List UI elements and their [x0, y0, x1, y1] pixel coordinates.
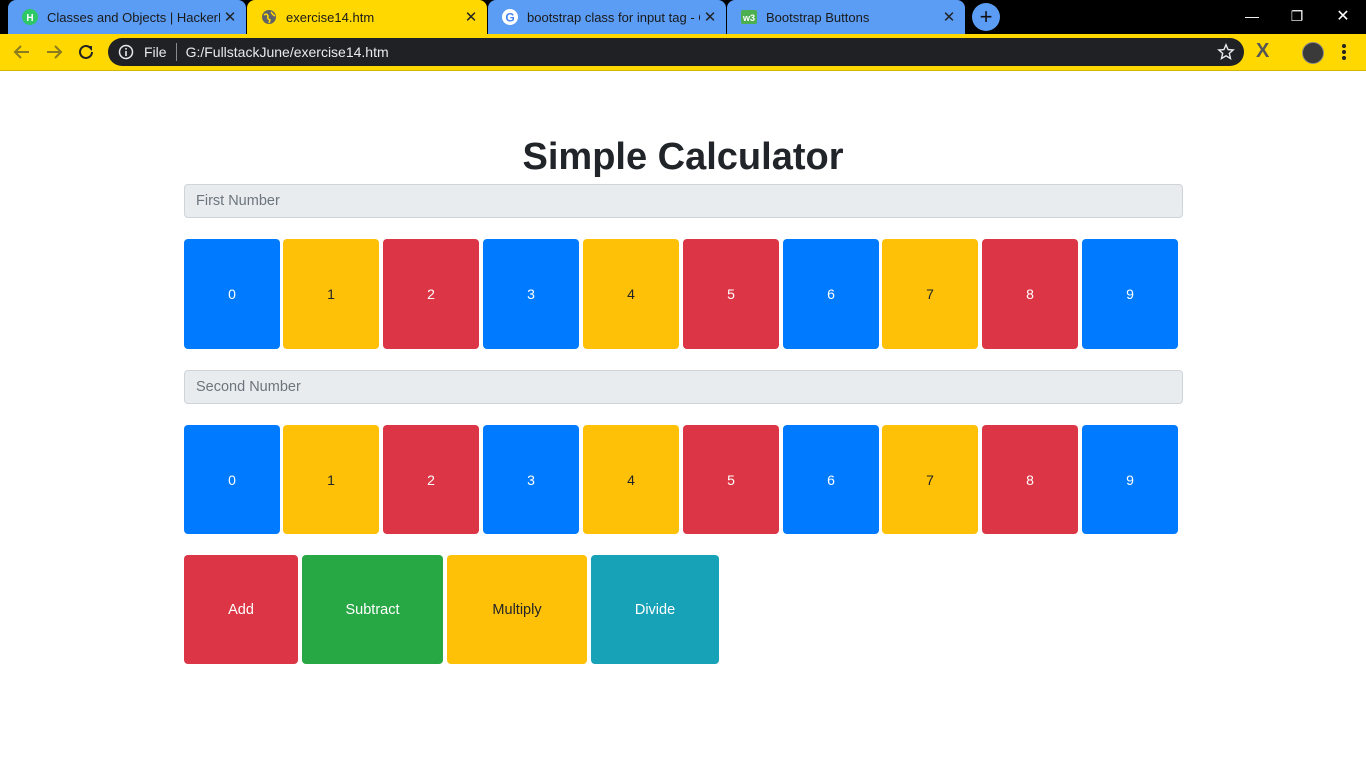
reload-icon: [79, 44, 93, 59]
multiply-button[interactable]: Multiply: [447, 555, 587, 664]
close-icon[interactable]: ✕: [700, 7, 720, 27]
arrow-left-icon: [13, 45, 29, 59]
second-digit-button-7[interactable]: 7: [882, 425, 978, 534]
google-icon: G: [502, 9, 518, 25]
first-digit-button-6[interactable]: 6: [783, 239, 879, 349]
page-title: Simple Calculator: [522, 136, 844, 178]
avatar[interactable]: [1302, 42, 1324, 64]
forward-button[interactable]: [42, 40, 66, 64]
reload-button[interactable]: [74, 40, 98, 64]
url-scheme: File: [144, 44, 167, 60]
first-digit-button-9[interactable]: 9: [1082, 239, 1178, 349]
divide-button[interactable]: Divide: [591, 555, 719, 664]
tab-title: Bootstrap Buttons: [766, 9, 870, 25]
tab-exercise14[interactable]: exercise14.htm ✕: [247, 0, 487, 34]
window-close-icon[interactable]: ✕: [1320, 0, 1366, 32]
second-digit-button-0[interactable]: 0: [184, 425, 280, 534]
tab-google-search[interactable]: G bootstrap class for input tag - Google…: [488, 0, 726, 34]
first-digit-button-1[interactable]: 1: [283, 239, 379, 349]
tab-bootstrap-buttons[interactable]: w3 Bootstrap Buttons ✕: [727, 0, 965, 34]
first-digit-button-8[interactable]: 8: [982, 239, 1078, 349]
add-button[interactable]: Add: [184, 555, 298, 664]
tab-title: bootstrap class for input tag - Google S…: [527, 9, 700, 25]
first-digit-button-0[interactable]: 0: [184, 239, 280, 349]
browser-toolbar: File G:/FullstackJune/exercise14.htm: [0, 34, 1366, 71]
tab-title: exercise14.htm: [286, 9, 375, 25]
tab-hackerrank[interactable]: H Classes and Objects | HackerRank ✕: [8, 0, 246, 34]
arrow-right-icon: [47, 45, 63, 59]
divider: [175, 43, 177, 61]
restore-icon[interactable]: ❐: [1274, 0, 1320, 32]
first-digit-button-2[interactable]: 2: [383, 239, 479, 349]
globe-icon: [262, 10, 276, 24]
close-icon[interactable]: ✕: [220, 7, 240, 27]
second-digit-button-8[interactable]: 8: [982, 425, 1078, 534]
close-icon[interactable]: ✕: [461, 7, 481, 27]
back-button[interactable]: [10, 40, 34, 64]
first-number-input[interactable]: [184, 184, 1183, 218]
second-digit-button-4[interactable]: 4: [583, 425, 679, 534]
second-digit-button-6[interactable]: 6: [783, 425, 879, 534]
first-digit-button-3[interactable]: 3: [483, 239, 579, 349]
close-icon[interactable]: ✕: [939, 7, 959, 27]
url-text[interactable]: G:/FullstackJune/exercise14.htm: [186, 44, 389, 60]
first-digit-button-5[interactable]: 5: [683, 239, 779, 349]
hackerrank-icon: H: [22, 9, 38, 25]
second-digit-button-1[interactable]: 1: [283, 425, 379, 534]
second-digit-button-5[interactable]: 5: [683, 425, 779, 534]
bookmark-star-icon[interactable]: [1217, 43, 1235, 61]
menu-icon[interactable]: [1336, 42, 1352, 62]
address-bar[interactable]: File G:/FullstackJune/exercise14.htm: [108, 38, 1244, 66]
subtract-button[interactable]: Subtract: [302, 555, 443, 664]
new-tab-button[interactable]: +: [972, 3, 1000, 31]
svg-text:H: H: [26, 13, 33, 24]
second-digit-button-9[interactable]: 9: [1082, 425, 1178, 534]
svg-text:w3: w3: [742, 13, 755, 23]
second-digit-button-2[interactable]: 2: [383, 425, 479, 534]
first-digit-button-4[interactable]: 4: [583, 239, 679, 349]
second-digit-button-3[interactable]: 3: [483, 425, 579, 534]
second-number-input[interactable]: [184, 370, 1183, 404]
svg-text:G: G: [505, 11, 514, 25]
tab-strip: H Classes and Objects | HackerRank ✕ exe…: [0, 0, 1366, 34]
minimize-icon[interactable]: —: [1229, 0, 1275, 32]
w3schools-icon: w3: [741, 10, 757, 24]
tab-title: Classes and Objects | HackerRank: [47, 9, 220, 25]
first-digit-button-7[interactable]: 7: [882, 239, 978, 349]
extension-icon[interactable]: X: [1256, 40, 1269, 63]
info-icon[interactable]: [118, 44, 134, 60]
